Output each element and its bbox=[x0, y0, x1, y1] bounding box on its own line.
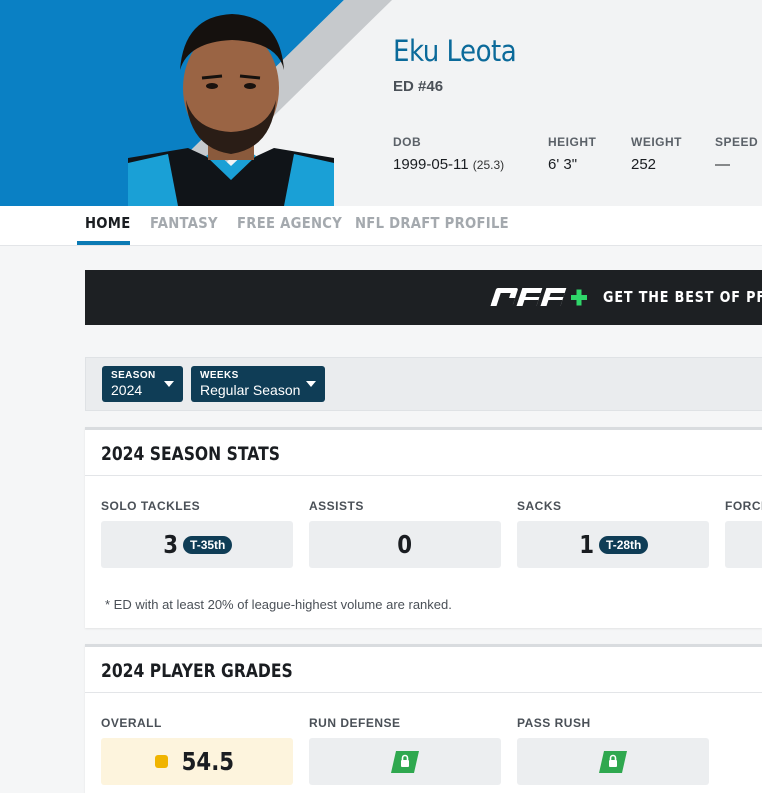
chevron-down-icon bbox=[164, 381, 174, 387]
tab-nfl-draft-profile[interactable]: NFL DRAFT PROFILE bbox=[355, 214, 509, 232]
grade-value: 54.5 bbox=[181, 747, 235, 776]
player-tabs: HOME FANTASY FREE AGENCY NFL DRAFT PROFI… bbox=[0, 206, 762, 246]
stat-forced: FORCE bbox=[725, 499, 762, 568]
divider bbox=[85, 475, 762, 476]
grade-indicator-icon bbox=[155, 755, 169, 768]
rank-badge: T-28th bbox=[599, 535, 649, 554]
stat-label: FORCE bbox=[725, 499, 762, 513]
bio-label: HEIGHT bbox=[548, 135, 597, 149]
player-position: ED #46 bbox=[393, 78, 444, 95]
bio-dob: DOB 1999-05-11 (25.3) bbox=[393, 135, 504, 173]
stat-value: 0 bbox=[397, 530, 413, 559]
card-title: 2024 SEASON STATS bbox=[101, 443, 280, 465]
bio-weight: WEIGHT 252 bbox=[631, 135, 682, 173]
dropdown-value: Regular Season bbox=[200, 382, 301, 398]
weeks-dropdown[interactable]: WEEKS Regular Season bbox=[191, 366, 325, 402]
bio-value: 252 bbox=[631, 156, 657, 173]
bio-speed: SPEED — bbox=[715, 135, 758, 173]
season-dropdown[interactable]: SEASON 2024 bbox=[102, 366, 183, 402]
bio-label: WEIGHT bbox=[631, 135, 682, 149]
dropdown-label: WEEKS bbox=[200, 370, 239, 381]
divider bbox=[85, 692, 762, 693]
stat-box bbox=[725, 521, 762, 568]
bio-label: DOB bbox=[393, 135, 422, 149]
grade-box[interactable] bbox=[309, 738, 501, 785]
player-grades-card: 2024 PLAYER GRADES OVERALL 54.5 RUN DEFE… bbox=[85, 644, 762, 793]
rank-badge: T-35th bbox=[183, 535, 233, 554]
card-title: 2024 PLAYER GRADES bbox=[101, 660, 293, 682]
grade-label: PASS RUSH bbox=[517, 716, 591, 730]
stat-label: SACKS bbox=[517, 499, 562, 513]
grade-overall: OVERALL 54.5 bbox=[101, 716, 293, 785]
grade-box: 54.5 bbox=[101, 738, 293, 785]
stat-solo-tackles: SOLO TACKLES 3 T-35th bbox=[101, 499, 293, 568]
active-tab-indicator bbox=[77, 241, 130, 245]
tab-home[interactable]: HOME bbox=[85, 214, 130, 232]
stat-value: 1 bbox=[578, 530, 594, 559]
banner-text: GET THE BEST OF PFF bbox=[603, 288, 762, 306]
chevron-down-icon bbox=[306, 381, 316, 387]
bio-label: SPEED bbox=[715, 135, 759, 149]
stat-sacks: SACKS 1 T-28th bbox=[517, 499, 709, 568]
dropdown-label: SEASON bbox=[111, 370, 156, 381]
grade-run-defense: RUN DEFENSE bbox=[309, 716, 501, 785]
stat-value: 3 bbox=[162, 530, 178, 559]
stat-label: ASSISTS bbox=[309, 499, 364, 513]
player-header: Eku Leota ED #46 DOB 1999-05-11 (25.3) H… bbox=[0, 0, 762, 206]
lock-icon bbox=[391, 750, 419, 773]
pff-plus-banner[interactable]: GET THE BEST OF PFF bbox=[85, 270, 762, 325]
age-value: (25.3) bbox=[472, 158, 505, 172]
bio-value: 1999-05-11 (25.3) bbox=[393, 156, 505, 173]
tab-fantasy[interactable]: FANTASY bbox=[150, 214, 218, 232]
pff-plus-logo bbox=[490, 288, 587, 306]
player-page: Eku Leota ED #46 DOB 1999-05-11 (25.3) H… bbox=[0, 0, 762, 793]
grade-pass-rush: PASS RUSH bbox=[517, 716, 709, 785]
bio-height: HEIGHT 6' 3" bbox=[548, 135, 596, 173]
grade-label: OVERALL bbox=[101, 716, 162, 730]
stat-assists: ASSISTS 0 bbox=[309, 499, 501, 568]
grade-box[interactable] bbox=[517, 738, 709, 785]
filter-bar: SEASON 2024 WEEKS Regular Season bbox=[85, 357, 762, 411]
stat-box: 3 T-35th bbox=[101, 521, 293, 568]
player-name: Eku Leota bbox=[393, 34, 517, 68]
grade-label: RUN DEFENSE bbox=[309, 716, 401, 730]
team-color-stripe bbox=[0, 0, 392, 206]
ranking-footnote: * ED with at least 20% of league-highest… bbox=[105, 597, 452, 612]
stat-box: 1 T-28th bbox=[517, 521, 709, 568]
season-stats-card: 2024 SEASON STATS SOLO TACKLES 3 T-35th … bbox=[85, 427, 762, 628]
stat-label: SOLO TACKLES bbox=[101, 499, 201, 513]
stat-box: 0 bbox=[309, 521, 501, 568]
tab-free-agency[interactable]: FREE AGENCY bbox=[237, 214, 342, 232]
player-headshot bbox=[128, 8, 334, 206]
bio-value: — bbox=[715, 156, 730, 173]
bio-value: 6' 3" bbox=[548, 156, 578, 173]
lock-icon bbox=[599, 750, 627, 773]
